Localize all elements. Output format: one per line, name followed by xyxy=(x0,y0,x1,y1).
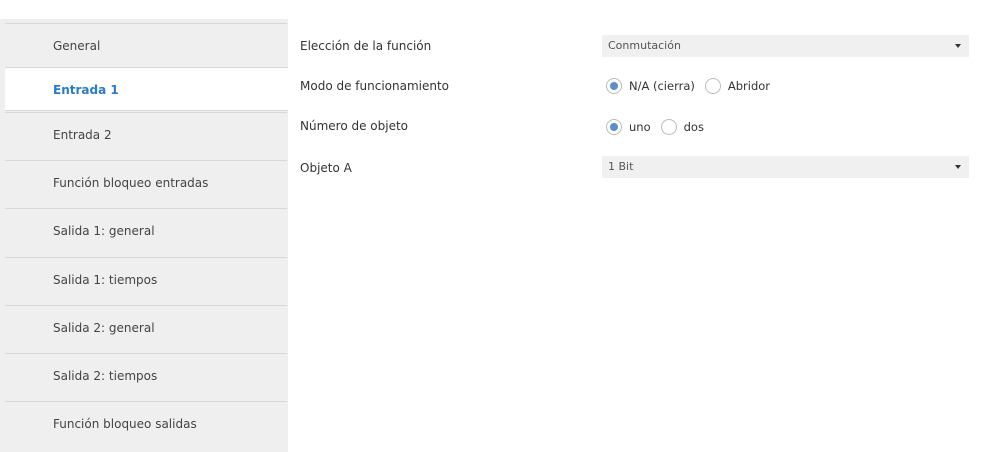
sidebar-item-label: Salida 1: general xyxy=(53,224,155,238)
radio-selected-icon xyxy=(610,123,618,131)
sidebar-item-label: Entrada 2 xyxy=(53,128,112,142)
radio-selected-icon xyxy=(610,82,618,90)
numero-label: Número de objeto xyxy=(300,119,409,133)
sidebar-item-salida-2-tiempos[interactable]: Salida 2: tiempos xyxy=(5,353,287,397)
top-strip xyxy=(0,0,984,19)
sidebar-item-label: Función bloqueo salidas xyxy=(53,417,197,431)
numero-option-uno-label: uno xyxy=(629,120,651,134)
parameter-panel: Elección de la función Conmutación Modo … xyxy=(288,19,984,452)
modo-radio-abridor[interactable] xyxy=(704,78,721,94)
modo-radio-na[interactable] xyxy=(606,78,622,94)
sidebar-item-funcion-bloqueo-entradas[interactable]: Función bloqueo entradas xyxy=(5,160,287,204)
modo-option-na-label: N/A (cierra) xyxy=(629,79,695,93)
modo-label: Modo de funcionamiento xyxy=(300,79,450,93)
modo-radio-group: N/A (cierra) Abridor xyxy=(606,76,780,96)
numero-radio-uno[interactable] xyxy=(606,119,622,135)
numero-option-dos-label: dos xyxy=(683,120,704,134)
funcion-select[interactable]: Conmutación xyxy=(602,35,969,57)
chevron-down-icon xyxy=(955,44,961,48)
objeto-select-value: 1 Bit xyxy=(608,160,634,173)
objeto-label: Objeto A xyxy=(300,161,352,175)
sidebar-item-funcion-bloqueo-salidas[interactable]: Función bloqueo salidas xyxy=(5,401,287,445)
sidebar-item-label: Salida 1: tiempos xyxy=(53,273,158,287)
objeto-select[interactable]: 1 Bit xyxy=(602,156,969,178)
sidebar: General Entrada 1 Entrada 2 Función bloq… xyxy=(0,19,288,452)
modo-option-abridor-label: Abridor xyxy=(727,79,771,93)
sidebar-item-general[interactable]: General xyxy=(5,23,287,67)
numero-radio-dos[interactable] xyxy=(660,119,677,135)
sidebar-item-label: General xyxy=(53,39,101,53)
sidebar-item-salida-1-general[interactable]: Salida 1: general xyxy=(5,208,287,252)
funcion-label: Elección de la función xyxy=(300,39,432,53)
sidebar-item-salida-2-general[interactable]: Salida 2: general xyxy=(5,305,287,349)
funcion-select-value: Conmutación xyxy=(608,39,681,52)
numero-radio-group: uno dos xyxy=(606,117,714,137)
chevron-down-icon xyxy=(955,165,961,169)
sidebar-item-salida-1-tiempos[interactable]: Salida 1: tiempos xyxy=(5,257,287,301)
sidebar-item-label: Salida 2: general xyxy=(53,321,155,335)
sidebar-item-entrada-1[interactable]: Entrada 1 xyxy=(5,67,288,111)
sidebar-item-label: Salida 2: tiempos xyxy=(53,369,158,383)
sidebar-item-label: Función bloqueo entradas xyxy=(53,176,209,190)
sidebar-item-entrada-2[interactable]: Entrada 2 xyxy=(5,112,287,156)
sidebar-item-label: Entrada 1 xyxy=(53,83,119,97)
